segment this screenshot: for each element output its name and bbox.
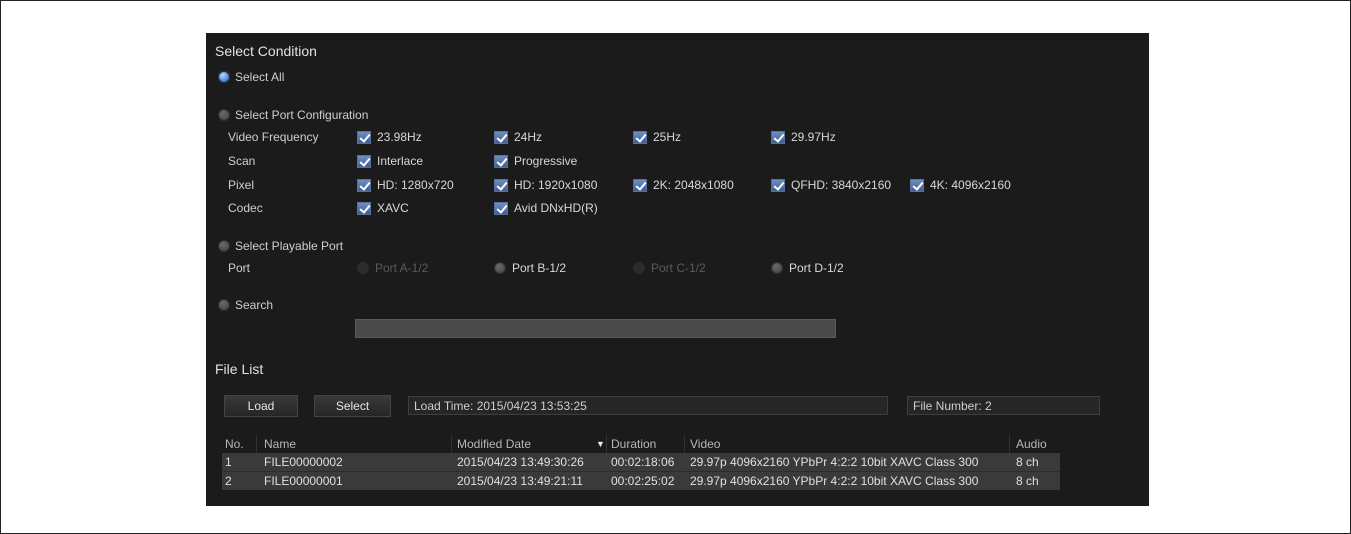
cell-audio: 8 ch xyxy=(1016,474,1039,488)
column-header-name[interactable]: Name xyxy=(264,437,296,451)
column-separator xyxy=(1009,435,1010,453)
load-button[interactable]: Load xyxy=(224,395,298,417)
checkbox-icon xyxy=(357,201,371,215)
cell-video: 29.97p 4096x2160 YPbPr 4:2:2 10bit XAVC … xyxy=(690,455,979,469)
select-all-label: Select All xyxy=(235,70,285,84)
column-header-no[interactable]: No. xyxy=(225,437,244,451)
cell-audio: 8 ch xyxy=(1016,455,1039,469)
checkbox-avid-dnxhd[interactable]: Avid DNxHD(R) xyxy=(494,201,598,215)
radio-icon xyxy=(771,262,783,274)
pixel-label: Pixel xyxy=(228,178,255,192)
cell-name: FILE00000001 xyxy=(264,474,343,488)
checkbox-interlace[interactable]: Interlace xyxy=(357,154,423,168)
select-condition-title: Select Condition xyxy=(215,43,317,59)
radio-icon xyxy=(494,262,506,274)
file-table: No. Name Modified Date ▼ Duration Video … xyxy=(222,435,1060,490)
checkbox-hd-1920[interactable]: HD: 1920x1080 xyxy=(494,178,597,192)
table-row[interactable]: 1 FILE00000002 2015/04/23 13:49:30:26 00… xyxy=(222,453,1060,471)
cell-no: 1 xyxy=(225,455,232,469)
column-header-video[interactable]: Video xyxy=(690,437,720,451)
video-frequency-label: Video Frequency xyxy=(228,130,319,144)
checkbox-icon xyxy=(771,178,785,192)
radio-icon xyxy=(633,262,645,274)
port-d-radio[interactable]: Port D-1/2 xyxy=(771,261,844,275)
checkbox-icon xyxy=(494,201,508,215)
checkbox-icon xyxy=(494,130,508,144)
column-header-audio[interactable]: Audio xyxy=(1016,437,1047,451)
cell-modified: 2015/04/23 13:49:30:26 xyxy=(457,455,584,469)
cell-name: FILE00000002 xyxy=(264,455,343,469)
cell-no: 2 xyxy=(225,474,232,488)
select-button[interactable]: Select xyxy=(314,395,391,417)
table-header: No. Name Modified Date ▼ Duration Video … xyxy=(222,435,1060,453)
checkbox-4k[interactable]: 4K: 4096x2160 xyxy=(910,178,1011,192)
search-input[interactable] xyxy=(355,319,836,338)
window-frame: Select Condition Select All Select Port … xyxy=(0,0,1351,534)
load-time-field: Load Time: 2015/04/23 13:53:25 xyxy=(408,396,888,415)
port-a-radio[interactable]: Port A-1/2 xyxy=(357,261,428,275)
scan-label: Scan xyxy=(228,154,256,168)
file-list-title: File List xyxy=(215,361,264,377)
table-row[interactable]: 2 FILE00000001 2015/04/23 13:49:21:11 00… xyxy=(222,471,1060,490)
column-header-modified-date[interactable]: Modified Date xyxy=(457,437,531,451)
checkbox-icon xyxy=(633,178,647,192)
cell-duration: 00:02:18:06 xyxy=(611,455,675,469)
checkbox-xavc[interactable]: XAVC xyxy=(357,201,409,215)
port-c-radio[interactable]: Port C-1/2 xyxy=(633,261,706,275)
port-b-radio[interactable]: Port B-1/2 xyxy=(494,261,566,275)
checkbox-icon xyxy=(633,130,647,144)
sort-down-icon[interactable]: ▼ xyxy=(596,439,605,449)
select-playable-port-label: Select Playable Port xyxy=(235,239,344,253)
column-separator xyxy=(684,435,685,453)
checkbox-hd-1280[interactable]: HD: 1280x720 xyxy=(357,178,454,192)
checkbox-icon xyxy=(771,130,785,144)
search-label: Search xyxy=(235,298,274,312)
cell-duration: 00:02:25:02 xyxy=(611,474,675,488)
checkbox-icon xyxy=(357,178,371,192)
port-label: Port xyxy=(228,261,251,275)
cell-modified: 2015/04/23 13:49:21:11 xyxy=(457,474,583,488)
select-port-config-radio[interactable] xyxy=(218,109,230,121)
checkbox-29-97hz[interactable]: 29.97Hz xyxy=(771,130,836,144)
checkbox-23-98hz[interactable]: 23.98Hz xyxy=(357,130,422,144)
codec-label: Codec xyxy=(228,201,263,215)
column-separator xyxy=(606,435,607,453)
column-separator xyxy=(451,435,452,453)
select-playable-port-radio[interactable] xyxy=(218,240,230,252)
select-all-radio[interactable] xyxy=(218,71,230,83)
column-separator xyxy=(256,435,257,453)
file-number-field: File Number: 2 xyxy=(907,396,1100,415)
checkbox-qfhd[interactable]: QFHD: 3840x2160 xyxy=(771,178,891,192)
checkbox-icon xyxy=(494,154,508,168)
checkbox-24hz[interactable]: 24Hz xyxy=(494,130,542,144)
select-condition-panel: Select Condition Select All Select Port … xyxy=(206,33,1149,506)
checkbox-progressive[interactable]: Progressive xyxy=(494,154,577,168)
column-header-duration[interactable]: Duration xyxy=(611,437,656,451)
cell-video: 29.97p 4096x2160 YPbPr 4:2:2 10bit XAVC … xyxy=(690,474,979,488)
select-port-config-label: Select Port Configuration xyxy=(235,108,369,122)
radio-icon xyxy=(357,262,369,274)
checkbox-icon xyxy=(910,178,924,192)
checkbox-icon xyxy=(357,130,371,144)
search-radio[interactable] xyxy=(218,299,230,311)
checkbox-icon xyxy=(357,154,371,168)
checkbox-2k[interactable]: 2K: 2048x1080 xyxy=(633,178,734,192)
checkbox-25hz[interactable]: 25Hz xyxy=(633,130,681,144)
checkbox-icon xyxy=(494,178,508,192)
